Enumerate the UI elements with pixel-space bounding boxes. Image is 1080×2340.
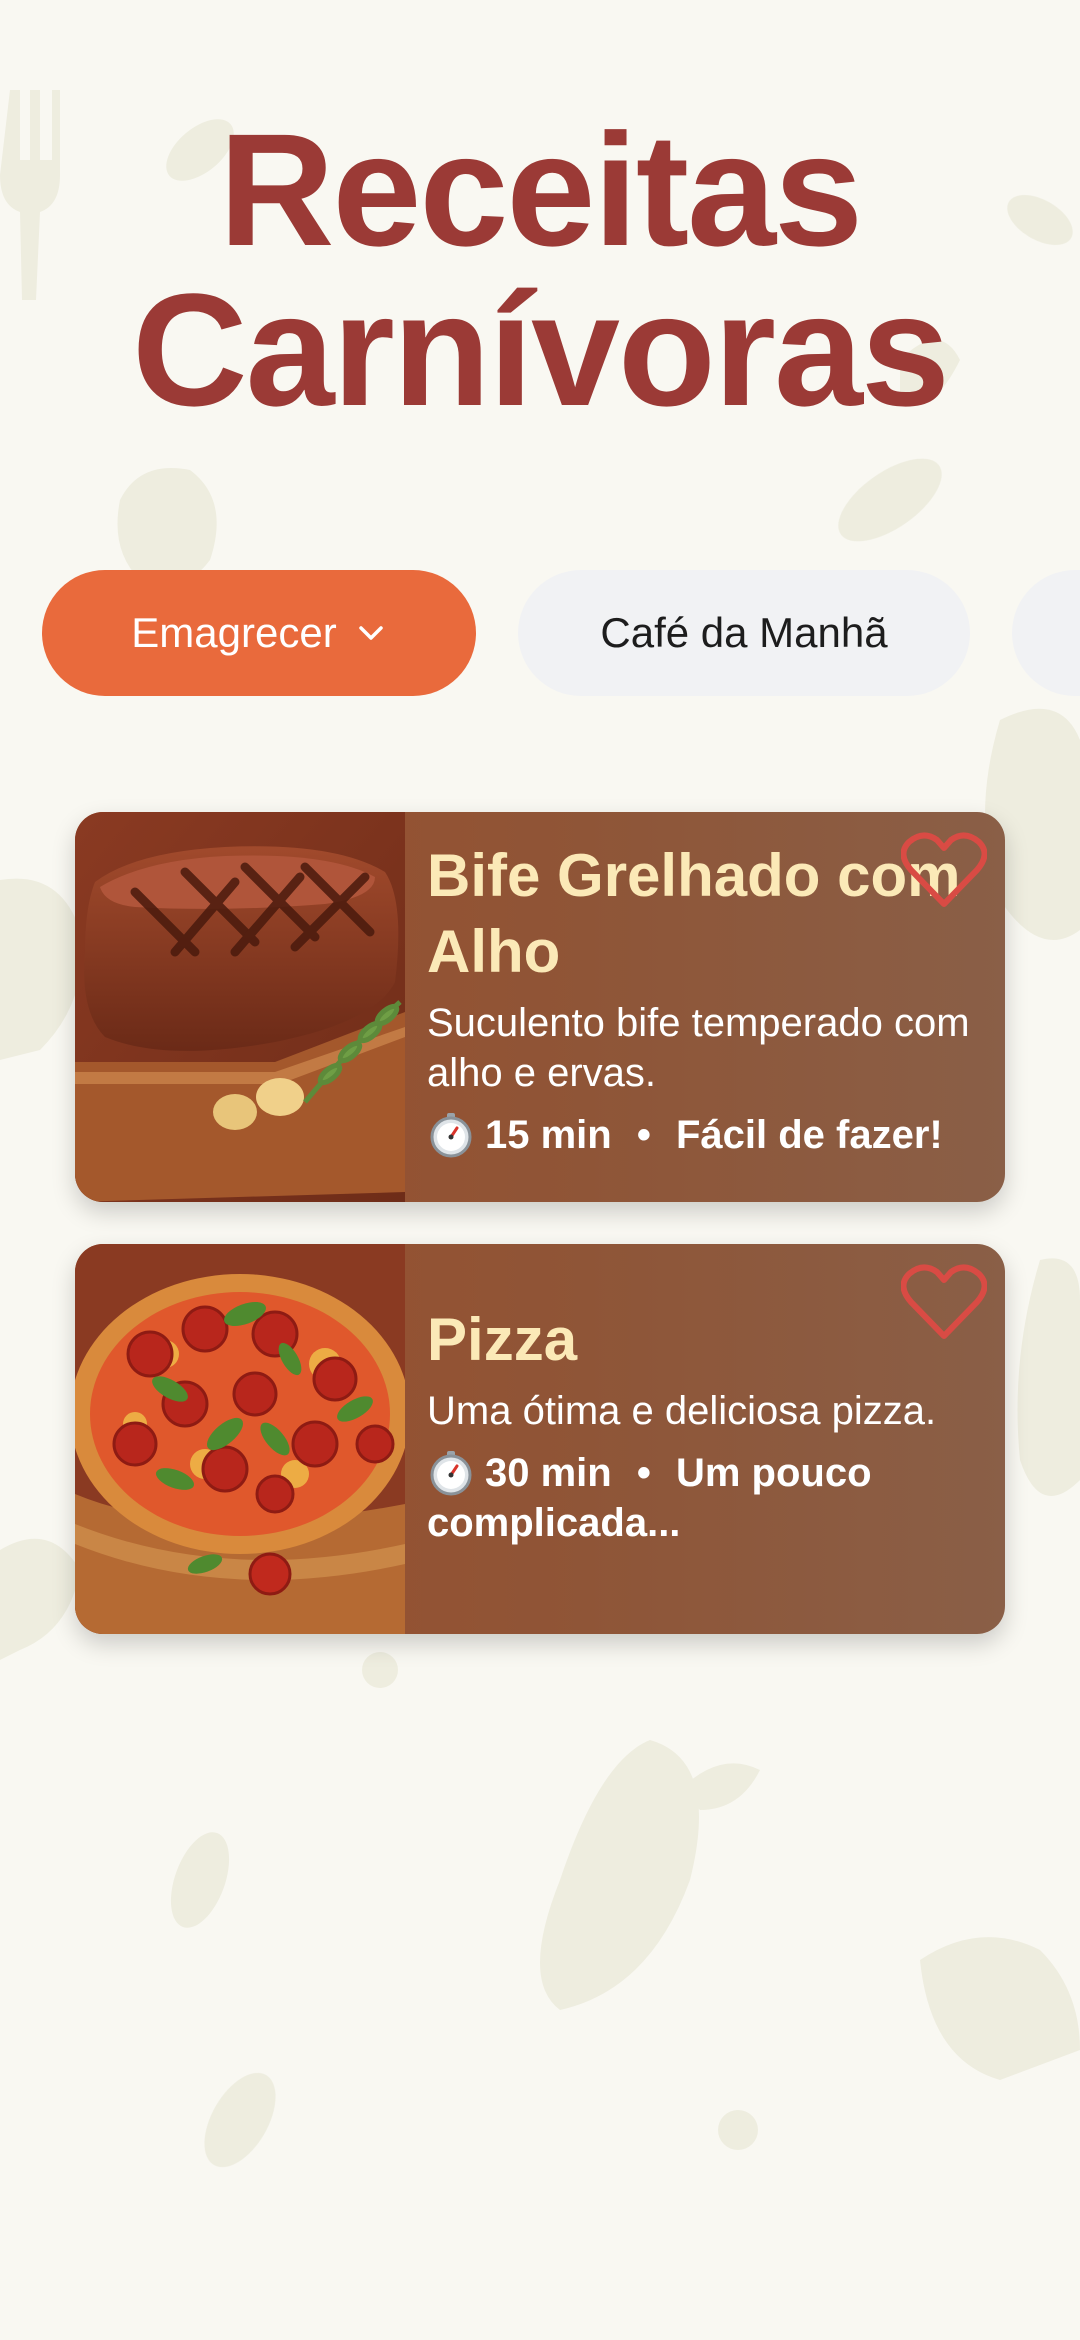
stopwatch-icon	[430, 1451, 472, 1496]
recipe-description: Uma ótima e deliciosa pizza.	[427, 1389, 937, 1433]
recipe-meta: 15 min • Fácil de fazer!	[427, 1110, 987, 1160]
recipe-description: Suculento bife temperado com alho e erva…	[427, 1001, 970, 1095]
recipe-card-bife[interactable]: Bife Grelhado com Alho Suculento bife te…	[75, 812, 1005, 1202]
pizza-image	[75, 1244, 405, 1634]
heart-outline-icon[interactable]	[901, 1262, 987, 1342]
recipes-screen: Receitas Carnívoras Emagrecer Café da Ma…	[0, 0, 1080, 2340]
page-title: Receitas Carnívoras	[0, 110, 1080, 430]
stopwatch-icon	[430, 1113, 472, 1158]
filter-chip-emagrecer[interactable]: Emagrecer	[42, 570, 476, 696]
recipe-card-pizza[interactable]: Pizza Uma ótima e deliciosa pizza. 30 mi…	[75, 1244, 1005, 1634]
chevron-down-icon	[358, 626, 383, 640]
page-title-line-1: Receitas	[218, 100, 863, 279]
filter-chips: Emagrecer Café da Manhã	[42, 570, 1080, 696]
recipe-time: 15 min	[485, 1113, 612, 1157]
recipe-meta: 30 min • Um pouco complicada...	[427, 1448, 987, 1548]
recipe-time: 30 min	[485, 1451, 612, 1495]
heart-outline-icon[interactable]	[901, 830, 987, 910]
recipe-difficulty: Fácil de fazer!	[675, 1113, 943, 1157]
steak-image	[75, 812, 405, 1202]
filter-chip-cafe-da-manha[interactable]: Café da Manhã	[518, 570, 970, 696]
page-title-line-2: Carnívoras	[132, 260, 950, 439]
filter-chip-label: Emagrecer	[131, 609, 337, 656]
filter-chip-label: Café da Manhã	[600, 609, 888, 656]
filter-chip-next[interactable]	[1012, 570, 1080, 696]
meta-separator: •	[636, 1451, 651, 1495]
meta-separator: •	[636, 1113, 651, 1157]
